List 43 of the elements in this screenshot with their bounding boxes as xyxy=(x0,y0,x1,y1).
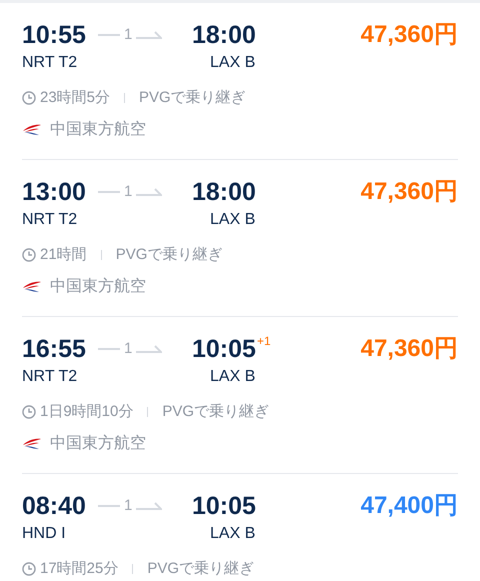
departure-time: 08:40 xyxy=(22,491,87,521)
departure-airport: NRT T2 xyxy=(22,210,78,230)
clock-icon xyxy=(22,248,36,262)
airline-name: 中国東方航空 xyxy=(50,434,146,454)
arrival-time: 18:00 xyxy=(192,20,256,50)
departure-time: 16:55 xyxy=(22,334,87,364)
price: 47,360円 xyxy=(360,334,458,364)
stop-count: 1 xyxy=(123,24,134,45)
duration: 21時間 xyxy=(40,244,87,265)
arrival-airport: LAX B xyxy=(209,367,256,387)
arrival-time: 18:00 xyxy=(192,177,256,207)
transfer-info: PVGで乗り継ぎ xyxy=(162,402,270,422)
transfer-info: PVGで乗り継ぎ xyxy=(139,88,246,108)
stop-count: 1 xyxy=(123,338,134,359)
price: 47,400円 xyxy=(360,491,458,521)
airline-name: 中国東方航空 xyxy=(50,276,146,297)
airline-name: 中国東方航空 xyxy=(50,120,146,140)
airline-logo-icon xyxy=(22,123,42,137)
transfer-info: PVGで乗り継ぎ xyxy=(116,244,222,265)
stop-count: 1 xyxy=(123,182,134,202)
arrival-time: 10:05 xyxy=(192,334,256,364)
duration: 23時間5分 xyxy=(40,88,110,108)
arrival-airport: LAX B xyxy=(209,53,256,73)
departure-airport: NRT T2 xyxy=(22,367,78,387)
arrival-airport: LAX B xyxy=(209,524,256,544)
departure-airport: HND I xyxy=(22,524,67,544)
clock-icon xyxy=(22,91,36,105)
airline-logo-icon xyxy=(22,437,42,451)
duration: 1日9時間10分 xyxy=(40,402,134,422)
day-offset: +1 xyxy=(256,334,271,348)
clock-icon xyxy=(22,562,36,576)
departure-time: 13:00 xyxy=(22,177,87,207)
price: 47,360円 xyxy=(360,20,458,50)
duration: 17時間25分 xyxy=(40,558,118,579)
arrival-time: 10:05 xyxy=(192,491,256,521)
price: 47,360円 xyxy=(360,177,458,207)
departure-time: 10:55 xyxy=(22,20,87,50)
airline-logo-icon xyxy=(22,280,42,294)
arrival-airport: LAX B xyxy=(209,210,256,230)
departure-airport: NRT T2 xyxy=(22,53,78,73)
transfer-info: PVGで乗り継ぎ xyxy=(147,558,254,579)
stop-count: 1 xyxy=(123,496,134,516)
clock-icon xyxy=(22,405,36,419)
